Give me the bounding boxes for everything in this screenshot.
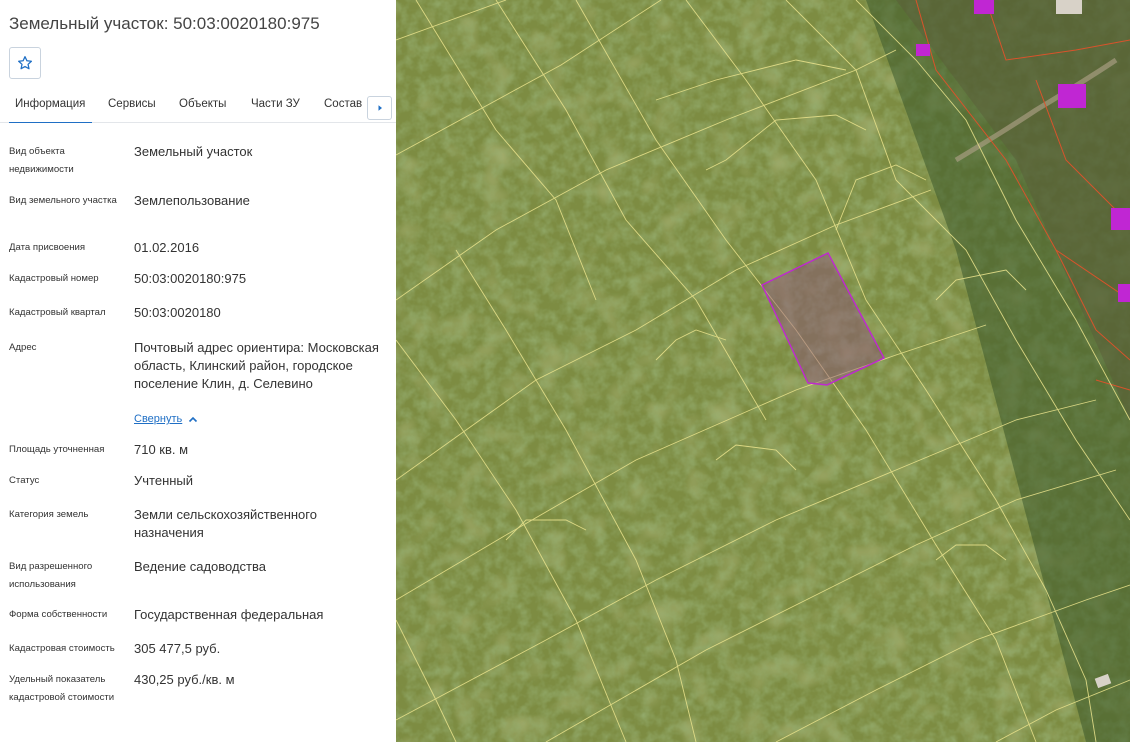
property-label: Кадастровый квартал <box>9 307 106 318</box>
property-label: Вид разрешенного использования <box>9 561 93 590</box>
property-label: Кадастровая стоимость <box>9 643 115 654</box>
property-label: Вид земельного участка <box>9 195 117 206</box>
page-title: Земельный участок: 50:03:0020180:975 <box>9 14 320 33</box>
info-panel: Земельный участок: 50:03:0020180:975 Инф… <box>0 0 396 742</box>
property-value: 01.02.2016 <box>134 240 200 255</box>
star-outline-icon <box>18 56 33 70</box>
tab-objects[interactable]: Объекты <box>179 98 226 123</box>
property-value: 430,25 руб./кв. м <box>134 672 235 687</box>
property-label: Категория земель <box>9 509 89 520</box>
tab-info[interactable]: Информация <box>8 98 93 123</box>
property-value: 305 477,5 руб. <box>134 641 221 656</box>
tab-parcel-parts[interactable]: Части ЗУ <box>251 98 300 123</box>
tab-services[interactable]: Сервисы <box>108 98 156 123</box>
property-label: Статус <box>9 475 40 486</box>
property-value: 50:03:0020180:975 <box>134 271 247 286</box>
property-label: Дата присвоения <box>9 242 86 253</box>
property-value: Государственная федеральная <box>134 607 324 622</box>
property-label: Вид объекта недвижимости <box>9 146 74 175</box>
map-view[interactable] <box>396 0 1130 742</box>
collapse-link[interactable]: Свернуть <box>134 413 198 425</box>
property-value: Землепользование <box>134 193 250 208</box>
property-label: Площадь уточненная <box>9 444 105 455</box>
satellite-imagery[interactable] <box>396 0 1130 742</box>
property-label: Адрес <box>9 342 37 353</box>
caret-right-icon <box>378 105 382 111</box>
property-label: Форма собственности <box>9 609 108 620</box>
tabs-next-button[interactable] <box>367 96 392 120</box>
chevron-up-icon[interactable] <box>188 416 198 423</box>
collapse-link-label[interactable]: Свернуть <box>134 413 182 425</box>
tab-bar: Информация Сервисы Объекты Части ЗУ Сост… <box>0 92 396 123</box>
property-label: Кадастровый номер <box>9 273 99 284</box>
property-value: Земельный участок <box>134 144 253 159</box>
favorite-button[interactable] <box>9 47 41 79</box>
property-label: Удельный показатель кадастровой стоимост… <box>9 674 115 703</box>
tab-composition[interactable]: Состав ЕЗП <box>324 98 366 123</box>
address-value: Почтовый адрес ориентира: Московская обл… <box>134 340 379 391</box>
property-value: Земли сельскохозяйственного назначения <box>134 507 317 540</box>
property-value: Учтенный <box>134 473 194 488</box>
property-value: Ведение садоводства <box>134 559 266 574</box>
property-value: 710 кв. м <box>134 442 189 457</box>
property-value: 50:03:0020180 <box>134 305 221 320</box>
